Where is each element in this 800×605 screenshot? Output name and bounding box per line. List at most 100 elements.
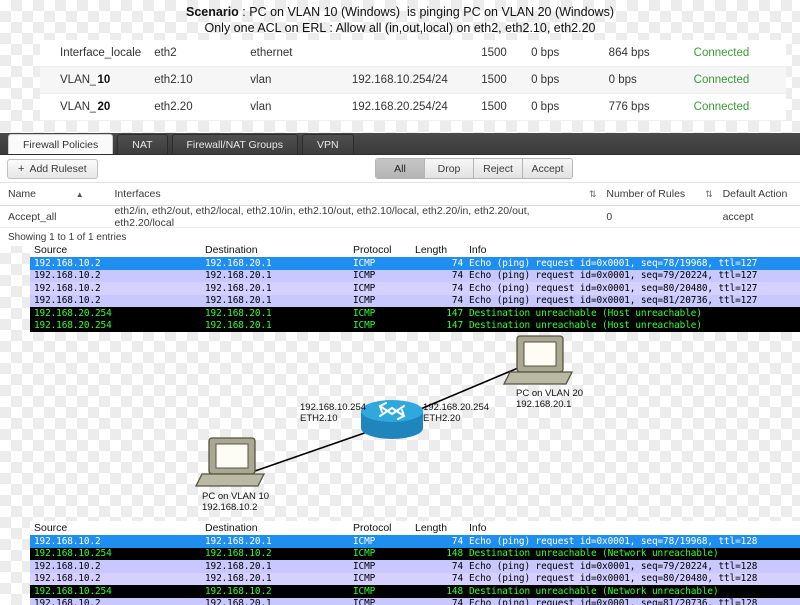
packet-source: 192.168.20.254 xyxy=(34,307,112,319)
packet-source: 192.168.10.254 xyxy=(34,585,112,597)
tab-vpn[interactable]: VPN xyxy=(301,134,354,154)
packet-source: 192.168.10.2 xyxy=(34,573,101,585)
packet-protocol: ICMP xyxy=(353,295,376,307)
interface-mtu: 1500 xyxy=(481,101,507,113)
interface-tx: 864 bps xyxy=(608,47,650,59)
packet-row[interactable]: 192.168.10.2 192.168.20.1 ICMP 74 Echo (… xyxy=(30,294,800,307)
packet-source: 192.168.10.2 xyxy=(34,270,101,282)
sort-icon-number-of-rules[interactable]: ⇅ xyxy=(695,189,722,200)
interface-name: Interface_locale xyxy=(40,47,154,59)
packet-length: 74 xyxy=(451,535,463,547)
packet-destination: 192.168.20.1 xyxy=(205,307,272,319)
interface-name-text: VLAN_ xyxy=(60,74,97,86)
packet-row[interactable]: 192.168.20.254 192.168.20.1 ICMP 147 Des… xyxy=(30,307,800,320)
filter-drop-button[interactable]: Drop xyxy=(425,159,474,178)
column-header-protocol[interactable]: Protocol xyxy=(353,244,415,256)
packet-source: 192.168.10.2 xyxy=(34,598,101,605)
pc-vlan20-label-line2: 192.168.20.1 xyxy=(516,399,571,410)
column-header-protocol[interactable]: Protocol xyxy=(353,522,415,534)
interface-address: 192.168.20.254/24 xyxy=(351,101,448,113)
interface-device: eth2.10 xyxy=(154,74,193,86)
scenario-line-1: Scenario : PC on VLAN 10 (Windows) is pi… xyxy=(0,4,800,20)
firewall-table-header: Name ▲ Interfaces ⇅ Number of Rules ⇅ De… xyxy=(0,183,800,206)
table-row[interactable]: VLAN_20 eth2.20 vlan 192.168.20.254/24 1… xyxy=(40,94,786,121)
column-header-default-action[interactable]: Default Action xyxy=(723,188,800,200)
column-header-length[interactable]: Length xyxy=(415,522,469,534)
packet-info: Echo (ping) request id=0x0001, seq=80/20… xyxy=(469,282,758,294)
sort-icon-interfaces[interactable]: ⇅ xyxy=(579,189,606,200)
column-header-info[interactable]: Info xyxy=(469,244,800,256)
packet-row[interactable]: 192.168.20.254 192.168.20.1 ICMP 147 Des… xyxy=(30,319,800,332)
packet-row[interactable]: 192.168.10.2 192.168.20.1 ICMP 74 Echo (… xyxy=(30,560,800,573)
packet-row[interactable]: 192.168.10.2 192.168.20.1 ICMP 74 Echo (… xyxy=(30,269,800,282)
packet-row[interactable]: 192.168.10.2 192.168.20.1 ICMP 74 Echo (… xyxy=(30,282,800,295)
packet-info: Destination unreachable (Network unreach… xyxy=(469,548,719,560)
scenario-line-2: Only one ACL on ERL : Allow all (in,out,… xyxy=(204,21,596,35)
interface-tx: 0 bps xyxy=(608,74,637,86)
packet-protocol: ICMP xyxy=(353,307,376,319)
interface-mtu: 1500 xyxy=(481,47,507,59)
packet-table-header: Source Destination Protocol Length Info xyxy=(30,243,800,257)
interface-type: ethernet xyxy=(250,47,293,59)
link-pc-vlan10-to-router xyxy=(254,428,377,472)
firewall-toolbar: + Add Ruleset All Drop Reject Accept xyxy=(0,155,800,183)
interface-type: vlan xyxy=(250,74,272,86)
packet-destination: 192.168.20.1 xyxy=(205,295,272,307)
filter-reject-button[interactable]: Reject xyxy=(474,159,523,178)
packet-source: 192.168.10.2 xyxy=(34,535,101,547)
column-header-interfaces[interactable]: Interfaces xyxy=(115,188,580,200)
packet-row[interactable]: 192.168.10.254 192.168.10.2 ICMP 148 Des… xyxy=(30,547,800,560)
packet-row[interactable]: 192.168.10.254 192.168.10.2 ICMP 148 Des… xyxy=(30,585,800,598)
column-header-number-of-rules[interactable]: Number of Rules xyxy=(606,188,695,200)
column-header-destination[interactable]: Destination xyxy=(205,522,353,534)
scenario-label: Scenario xyxy=(186,5,239,19)
ruleset-interfaces: eth2/in, eth2/out, eth2/local, eth2.10/i… xyxy=(114,204,530,229)
column-header-source[interactable]: Source xyxy=(30,522,205,534)
column-header-name[interactable]: Name xyxy=(0,188,76,200)
packet-info: Echo (ping) request id=0x0001, seq=79/20… xyxy=(469,270,758,282)
column-header-source[interactable]: Source xyxy=(30,244,205,256)
packet-info: Destination unreachable (Host unreachabl… xyxy=(469,320,702,332)
add-ruleset-button[interactable]: + Add Ruleset xyxy=(7,159,98,179)
column-header-destination[interactable]: Destination xyxy=(205,244,353,256)
sort-ascending-icon[interactable]: ▲ xyxy=(76,190,115,199)
packet-destination: 192.168.20.1 xyxy=(205,560,272,572)
tab-firewall-nat-groups[interactable]: Firewall/NAT Groups xyxy=(171,134,298,154)
screenshot-root: Scenario : PC on VLAN 10 (Windows) is pi… xyxy=(0,0,800,605)
tab-firewall-policies[interactable]: Firewall Policies xyxy=(8,134,114,154)
filter-all-button[interactable]: All xyxy=(376,159,425,178)
tab-nat[interactable]: NAT xyxy=(117,134,168,154)
packet-protocol: ICMP xyxy=(353,320,376,332)
packet-length: 74 xyxy=(451,573,463,585)
column-header-info[interactable]: Info xyxy=(469,522,800,534)
packet-source: 192.168.10.2 xyxy=(34,257,101,269)
interface-rx: 0 bps xyxy=(531,74,560,86)
add-ruleset-label: Add Ruleset xyxy=(29,163,87,175)
packet-protocol: ICMP xyxy=(353,548,376,560)
ruleset-name: Accept_all xyxy=(8,210,57,223)
packet-info: Echo (ping) request id=0x0001, seq=78/19… xyxy=(469,535,758,547)
packet-row[interactable]: 192.168.10.2 192.168.20.1 ICMP 74 Echo (… xyxy=(30,572,800,585)
pc-vlan20-label-line1: PC on VLAN 20 xyxy=(516,388,583,399)
table-row[interactable]: Interface_locale eth2 ethernet 1500 0 bp… xyxy=(40,40,786,67)
packet-row[interactable]: 192.168.10.2 192.168.20.1 ICMP 74 Echo (… xyxy=(30,257,800,270)
table-row[interactable]: Accept_all eth2/in, eth2/out, eth2/local… xyxy=(0,204,800,229)
interface-address: 192.168.10.254/24 xyxy=(351,74,448,86)
packet-row[interactable]: 192.168.10.2 192.168.20.1 ICMP 74 Echo (… xyxy=(30,597,800,605)
packet-info: Echo (ping) request id=0x0001, seq=81/20… xyxy=(469,295,758,307)
firewall-tab-bar: Firewall Policies NAT Firewall/NAT Group… xyxy=(0,133,800,155)
filter-accept-button[interactable]: Accept xyxy=(523,159,572,178)
packet-length: 74 xyxy=(451,560,463,572)
packet-destination: 192.168.20.1 xyxy=(205,282,272,294)
column-header-length[interactable]: Length xyxy=(415,244,469,256)
status-badge: Connected xyxy=(693,101,750,113)
packet-destination: 192.168.20.1 xyxy=(205,535,272,547)
packet-source: 192.168.10.2 xyxy=(34,282,101,294)
table-row[interactable]: VLAN_10 eth2.10 vlan 192.168.10.254/24 1… xyxy=(40,67,786,94)
packet-info: Echo (ping) request id=0x0001, seq=78/19… xyxy=(469,257,758,269)
packet-source: 192.168.10.2 xyxy=(34,295,101,307)
packet-row[interactable]: 192.168.10.2 192.168.20.1 ICMP 74 Echo (… xyxy=(30,535,800,548)
packet-destination: 192.168.20.1 xyxy=(205,257,272,269)
packet-destination: 192.168.20.1 xyxy=(205,598,272,605)
interface-name-text: Interface_locale xyxy=(60,47,142,59)
